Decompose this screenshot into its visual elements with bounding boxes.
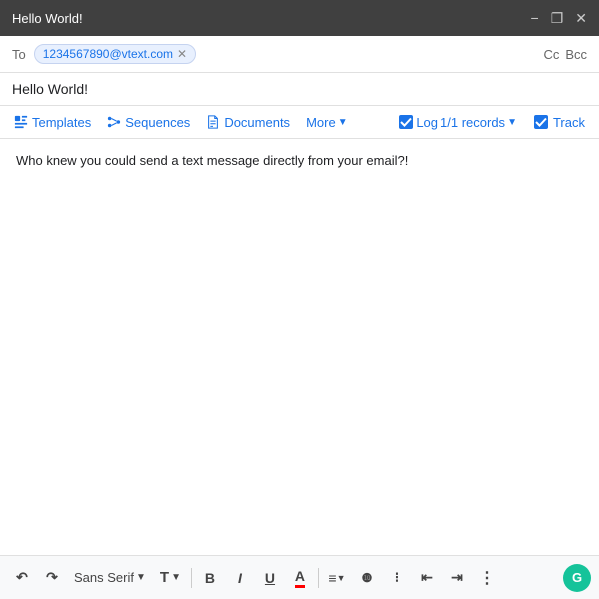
email-body[interactable]: Who knew you could send a text message d… [0,139,599,555]
font-size-button[interactable]: T ▼ [154,567,187,588]
font-size-icon: T [160,569,169,586]
recipient-email: 1234567890@vtext.com [43,47,173,61]
track-button[interactable]: Track [527,110,591,134]
bold-icon: B [205,570,215,586]
templates-icon [14,115,28,129]
indent-increase-button[interactable]: ⇥ [443,564,471,592]
window-title: Hello World! [12,11,83,26]
italic-button[interactable]: I [226,564,254,592]
compose-window: Hello World! − ❐ ✕ To 1234567890@vtext.c… [0,0,599,599]
log-chevron-icon: ▼ [507,117,517,128]
bcc-button[interactable]: Bcc [565,47,587,62]
numbered-list-button[interactable]: ❿ [353,564,381,592]
font-size-chevron-icon: ▼ [171,572,181,583]
more-label: More [306,115,336,130]
align-chevron-icon: ▼ [337,573,346,583]
compose-toolbar: Templates Sequences Documents M [0,106,599,139]
bullet-list-icon: ⁝ [395,569,399,586]
subject-text: Hello World! [12,81,88,97]
log-records-count: 1/1 records [440,115,505,130]
to-label: To [12,47,26,62]
log-checkbox-icon [398,114,414,130]
redo-button[interactable]: ↷ [38,564,66,592]
align-button[interactable]: ≡ ▼ [323,564,351,592]
to-input[interactable] [204,47,535,62]
redo-icon: ↷ [46,569,58,586]
align-icon: ≡ [328,570,336,586]
cc-button[interactable]: Cc [543,47,559,62]
font-family-chevron-icon: ▼ [136,572,146,583]
undo-button[interactable]: ↶ [8,564,36,592]
formatting-toolbar: ↶ ↷ Sans Serif ▼ T ▼ B I U A ≡ ▼ [0,555,599,599]
minimize-icon[interactable]: − [531,10,539,26]
templates-label: Templates [32,115,91,130]
sequences-icon [107,115,121,129]
font-family-select[interactable]: Sans Serif ▼ [68,568,152,587]
track-checkbox-icon [533,114,549,130]
separator-2 [318,568,319,588]
documents-button[interactable]: Documents [200,111,296,134]
log-button[interactable]: Log 1/1 records ▼ [392,110,523,134]
separator-1 [191,568,192,588]
title-bar: Hello World! − ❐ ✕ [0,0,599,36]
font-family-label: Sans Serif [74,570,134,585]
underline-button[interactable]: U [256,564,284,592]
font-color-icon: A [295,568,305,588]
cc-bcc-controls: Cc Bcc [543,47,587,62]
remove-recipient-button[interactable]: ✕ [177,48,187,60]
grammarly-button[interactable]: G [563,564,591,592]
indent-decrease-button[interactable]: ⇤ [413,564,441,592]
recipient-chip: 1234567890@vtext.com ✕ [34,44,196,64]
grammarly-icon: G [572,570,582,585]
more-formatting-icon: ⋮ [479,568,495,588]
bullet-list-button[interactable]: ⁝ [383,564,411,592]
body-text: Who knew you could send a text message d… [16,153,408,168]
templates-button[interactable]: Templates [8,111,97,134]
undo-icon: ↶ [16,569,28,586]
more-formatting-button[interactable]: ⋮ [473,564,501,592]
font-color-button[interactable]: A [286,564,314,592]
numbered-list-icon: ❿ [362,571,373,585]
indent-increase-icon: ⇥ [451,569,463,586]
to-row: To 1234567890@vtext.com ✕ Cc Bcc [0,36,599,73]
sequences-button[interactable]: Sequences [101,111,196,134]
close-icon[interactable]: ✕ [575,10,587,27]
toolbar-right: Log 1/1 records ▼ Track [392,110,591,134]
window-controls: − ❐ ✕ [531,10,587,27]
track-label: Track [553,115,585,130]
more-button[interactable]: More ▼ [300,111,354,134]
log-label: Log [416,115,438,130]
subject-row: Hello World! [0,73,599,106]
documents-icon [206,115,220,129]
sequences-label: Sequences [125,115,190,130]
expand-icon[interactable]: ❐ [551,10,564,27]
more-chevron-icon: ▼ [338,117,348,128]
documents-label: Documents [224,115,290,130]
underline-icon: U [265,570,275,586]
bold-button[interactable]: B [196,564,224,592]
italic-icon: I [238,570,242,586]
indent-decrease-icon: ⇤ [421,569,433,586]
